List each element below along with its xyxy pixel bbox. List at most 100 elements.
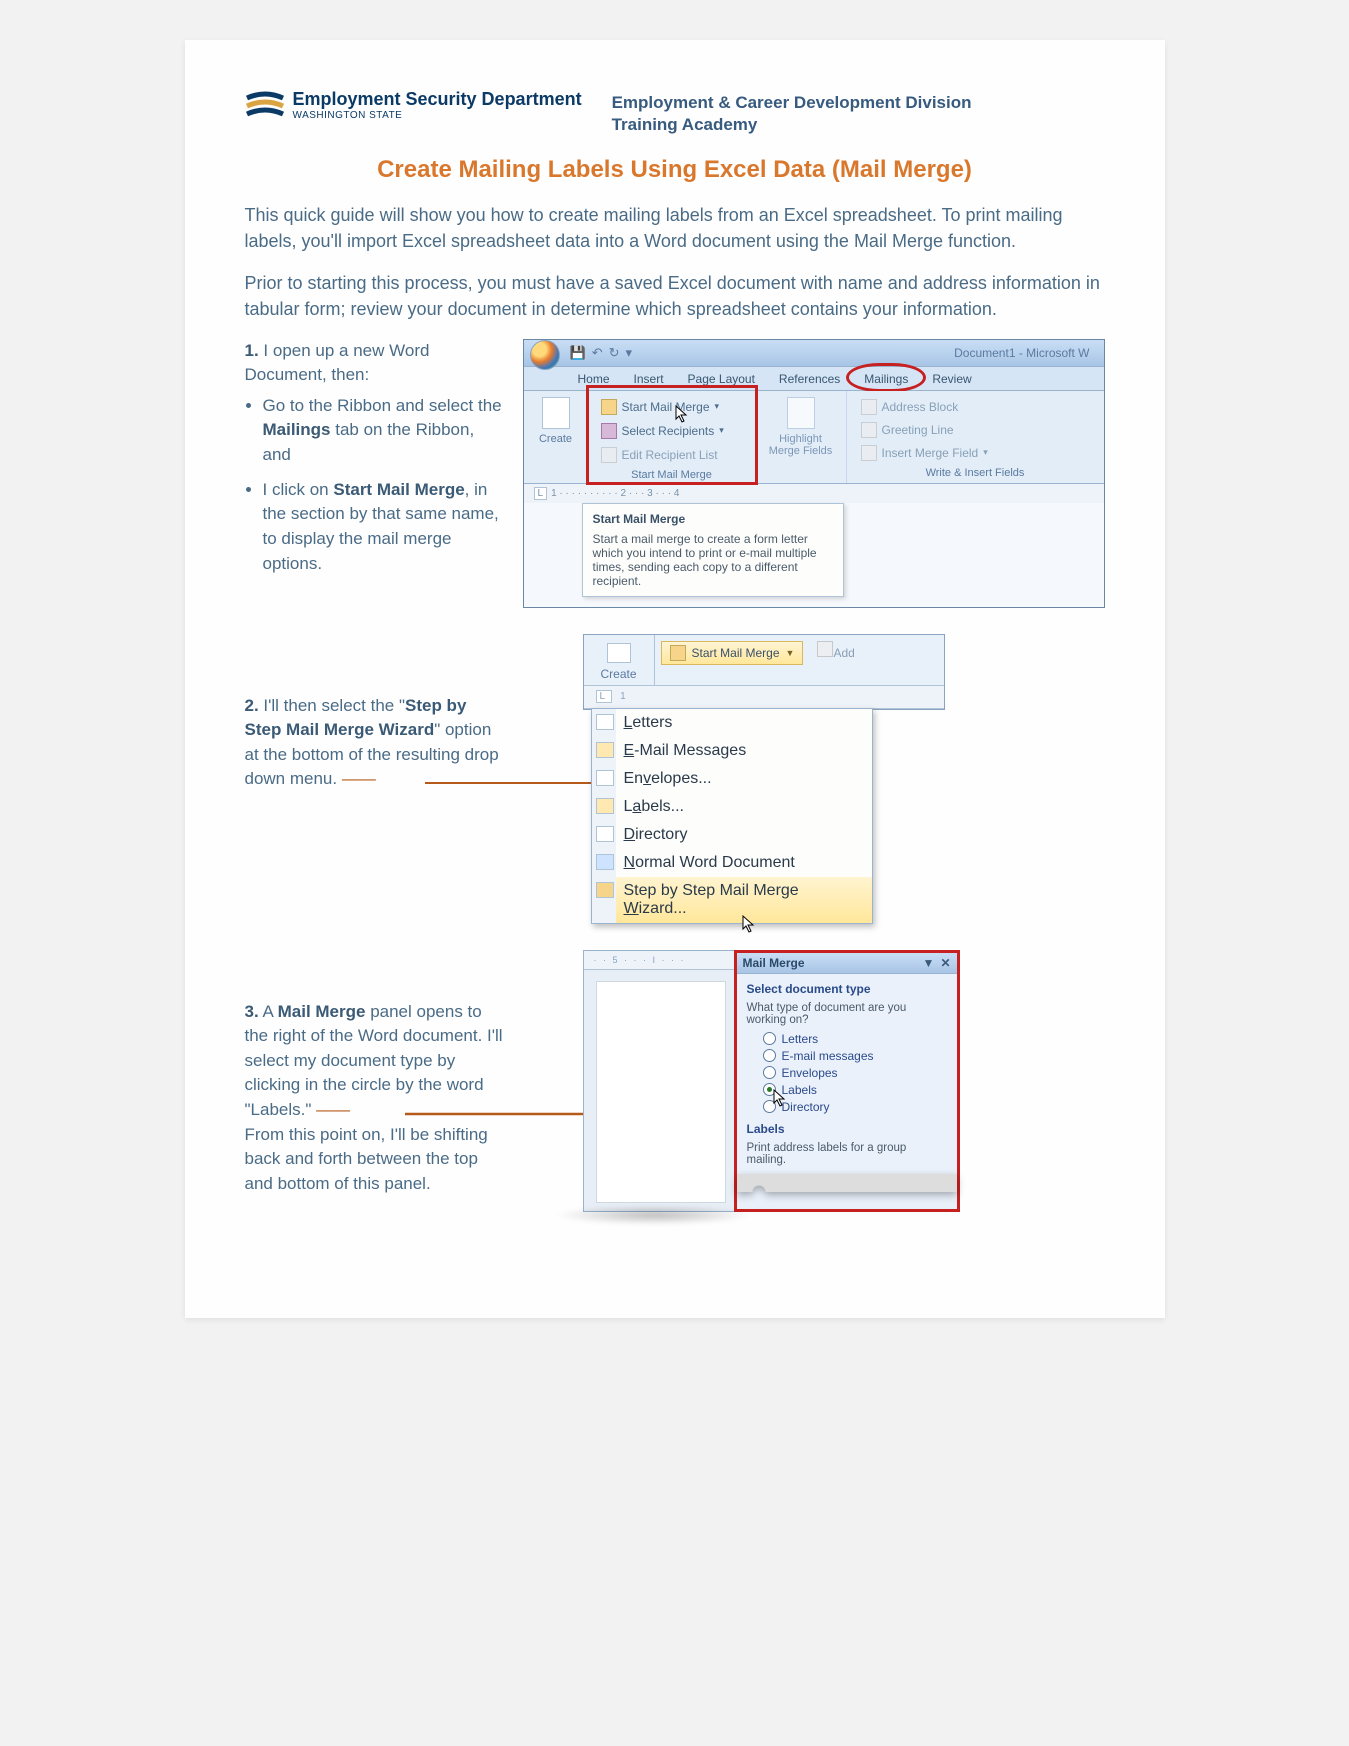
document-type-radio-group: Letters E-mail messages Envelopes Labels…	[763, 1032, 947, 1114]
dropdown-item-wizard[interactable]: Step by Step Mail Merge Wizard...	[592, 877, 872, 923]
step-1-bullet-1: Go to the Ribbon and select the Mailings…	[263, 394, 505, 468]
envelope-icon[interactable]	[542, 397, 570, 429]
header: Employment Security Department WASHINGTO…	[245, 90, 1105, 136]
dept-name: Employment Security Department	[293, 90, 582, 110]
qat-more-icon[interactable]: ▾	[626, 345, 633, 361]
pane-question: What type of document are you working on…	[747, 1002, 947, 1026]
radio-envelopes[interactable]: Envelopes	[763, 1066, 947, 1080]
logo-block: Employment Security Department WASHINGTO…	[245, 90, 582, 121]
word-window: 💾 ↶ ↻ ▾ Document1 - Microsoft W Home Ins…	[523, 339, 1105, 608]
ribbon: Create Start Mail Merge ▾ Select Recipie…	[524, 391, 1104, 484]
radio-icon	[763, 1032, 776, 1045]
ribbon-group-write-insert: Address Block Greeting Line Insert Merge…	[847, 391, 1104, 483]
tab-mailings[interactable]: Mailings	[852, 367, 920, 390]
radio-directory[interactable]: Directory	[763, 1100, 947, 1114]
office-button-icon[interactable]	[530, 340, 560, 370]
letter-icon	[596, 714, 614, 730]
envelope-icon[interactable]	[607, 643, 631, 663]
pane-labels-header: Labels	[747, 1122, 947, 1136]
radio-icon	[763, 1066, 776, 1079]
shadow-decoration	[554, 1205, 754, 1225]
ribbon-group-highlight: Highlight Merge Fields	[756, 391, 847, 483]
dropdown-item-normal-doc[interactable]: Normal Word Document	[592, 849, 872, 877]
dept-subtitle: WASHINGTON STATE	[293, 110, 582, 121]
save-icon[interactable]: 💾	[570, 345, 586, 361]
cursor-icon	[773, 1089, 787, 1107]
ruler-small: L1	[584, 686, 944, 709]
step-3-text: 3. A Mail Merge panel opens to the right…	[245, 950, 505, 1212]
close-icon[interactable]: ✕	[940, 956, 950, 970]
red-callout-box	[586, 385, 758, 485]
undo-icon[interactable]: ↶	[592, 345, 603, 361]
step-2-text: 2. I'll then select the "Step by Step Ma…	[245, 634, 505, 924]
label-icon	[596, 798, 614, 814]
quick-access-toolbar[interactable]: 💾 ↶ ↻ ▾	[570, 345, 633, 361]
start-mail-merge-dropdown-button[interactable]: Start Mail Merge ▼	[661, 641, 804, 665]
insert-merge-field-button[interactable]: Insert Merge Field ▾	[857, 443, 1094, 463]
step-1-row: 1. I open up a new Word Document, then: …	[245, 339, 1105, 608]
start-mail-merge-tooltip: Start Mail Merge Start a mail merge to c…	[582, 503, 844, 597]
radio-email[interactable]: E-mail messages	[763, 1049, 947, 1063]
dropdown-item-envelopes[interactable]: Envelopes...	[592, 765, 872, 793]
start-mail-merge-dropdown: Letters E-Mail Messages Envelopes... Lab…	[591, 708, 873, 924]
esd-logo-icon	[245, 90, 285, 120]
tab-references[interactable]: References	[767, 367, 852, 390]
document-page: Employment Security Department WASHINGTO…	[185, 40, 1165, 1318]
screenshot-1: 💾 ↶ ↻ ▾ Document1 - Microsoft W Home Ins…	[523, 339, 1105, 608]
word-titlebar: 💾 ↶ ↻ ▾ Document1 - Microsoft W	[524, 340, 1104, 367]
document-title: Create Mailing Labels Using Excel Data (…	[245, 156, 1105, 184]
chevron-down-icon: ▼	[786, 648, 795, 658]
torn-edge-decoration	[737, 1174, 957, 1192]
address-block-button[interactable]: Address Block	[857, 397, 1094, 417]
mail-merge-task-pane: Mail Merge ▼ ✕ Select document type What…	[734, 950, 960, 1212]
screenshot-3: · · 5 · · · I · · · Mail Merge ▼ ✕ Selec…	[523, 950, 1105, 1212]
redo-icon[interactable]: ↻	[609, 345, 620, 361]
dropdown-item-email[interactable]: E-Mail Messages	[592, 737, 872, 765]
screenshot-2: Create Start Mail Merge ▼ Add	[523, 634, 1105, 924]
address-icon	[861, 399, 877, 415]
address-icon	[817, 641, 833, 657]
tab-selector-icon[interactable]: L	[596, 690, 613, 703]
ruler: L 1 · · · · · · · · · · 2 · · · 3 · · · …	[524, 484, 1104, 505]
create-group-small: Create	[584, 635, 655, 685]
radio-icon	[763, 1049, 776, 1062]
dropdown-item-labels[interactable]: Labels...	[592, 793, 872, 821]
step-1-bullet-2: I click on Start Mail Merge, in the sect…	[263, 478, 505, 577]
cursor-icon	[675, 405, 689, 423]
merge-field-icon	[861, 445, 877, 461]
ribbon-group-create: Create	[524, 391, 589, 483]
window-title: Document1 - Microsoft W	[954, 346, 1097, 360]
greeting-line-button[interactable]: Greeting Line	[857, 420, 1094, 440]
directory-icon	[596, 826, 614, 842]
intro-paragraph-2: Prior to starting this process, you must…	[245, 270, 1105, 322]
pane-title-bar: Mail Merge ▼ ✕	[737, 953, 957, 974]
address-block-small[interactable]: Add	[817, 641, 854, 660]
dropdown-item-letters[interactable]: Letters	[592, 709, 872, 737]
tab-review[interactable]: Review	[920, 367, 983, 390]
radio-letters[interactable]: Letters	[763, 1032, 947, 1046]
email-icon	[596, 742, 614, 758]
document-page-preview	[596, 981, 726, 1203]
wizard-icon	[596, 882, 614, 898]
step-3-row: 3. A Mail Merge panel opens to the right…	[245, 950, 1105, 1212]
word-document-area: · · 5 · · · I · · ·	[583, 950, 734, 1212]
division-title: Employment & Career Development Division…	[612, 92, 972, 136]
word-dropdown-window: Create Start Mail Merge ▼ Add	[583, 634, 945, 710]
highlight-icon[interactable]	[787, 397, 815, 429]
intro-paragraph-1: This quick guide will show you how to cr…	[245, 202, 1105, 254]
pane-menu-icon[interactable]: ▼	[923, 956, 935, 970]
ribbon-group-start-mail-merge: Start Mail Merge ▾ Select Recipients ▾ E…	[589, 391, 756, 483]
cursor-icon	[742, 915, 756, 933]
word-doc-icon	[596, 854, 614, 870]
envelope-icon	[596, 770, 614, 786]
tab-selector-icon[interactable]: L	[534, 487, 548, 500]
radio-labels[interactable]: Labels	[763, 1083, 947, 1097]
pane-section-header: Select document type	[747, 982, 947, 996]
step-1-text: 1. I open up a new Word Document, then: …	[245, 339, 505, 608]
greeting-icon	[861, 422, 877, 438]
pane-labels-description: Print address labels for a group mailing…	[747, 1142, 947, 1166]
dropdown-item-directory[interactable]: Directory	[592, 821, 872, 849]
ruler-mini: · · 5 · · · I · · ·	[584, 951, 734, 970]
step-2-row: 2. I'll then select the "Step by Step Ma…	[245, 634, 1105, 924]
document-icon	[670, 645, 686, 661]
